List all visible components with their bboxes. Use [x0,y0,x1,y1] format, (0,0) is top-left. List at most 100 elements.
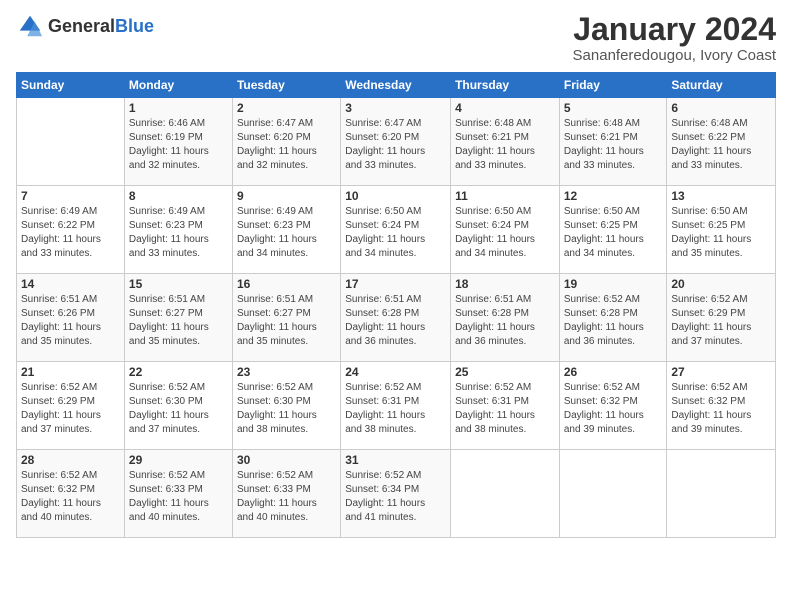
logo-general: General [48,16,115,36]
day-info: Sunrise: 6:52 AM Sunset: 6:29 PM Dayligh… [21,381,120,437]
main-title: January 2024 [573,12,776,47]
calendar-cell: 3Sunrise: 6:47 AM Sunset: 6:20 PM Daylig… [341,98,451,186]
header-cell-monday: Monday [124,73,232,98]
day-number: 24 [345,365,446,379]
calendar-cell: 22Sunrise: 6:52 AM Sunset: 6:30 PM Dayli… [124,362,232,450]
page: GeneralBlue January 2024 Sananferedougou… [0,0,792,612]
calendar-cell [559,450,667,538]
day-info: Sunrise: 6:51 AM Sunset: 6:27 PM Dayligh… [237,293,336,349]
calendar-cell: 12 Sunrise: 6:50 AM Sunset: 6:25 PM Dayli… [559,186,667,274]
day-info: Sunrise: 6:50 AM Sunset: 6:24 PM Dayligh… [455,205,555,261]
day-info: Sunrise: 6:48 AM Sunset: 6:22 PM Dayligh… [671,117,771,173]
day-number: 14 [21,277,120,291]
calendar-cell [667,450,776,538]
calendar-cell: 2 Sunrise: 6:47 AM Sunset: 6:20 PM Daylig… [232,98,340,186]
day-info: Sunrise: 6:52 AM Sunset: 6:31 PM Dayligh… [345,381,446,437]
day-number: 1 [129,101,228,115]
calendar-cell [451,450,560,538]
calendar-cell: 19 Sunrise: 6:52 AM Sunset: 6:28 PM Dayli… [559,274,667,362]
day-info: Sunrise: 6:52 AM Sunset: 6:32 PM Dayligh… [671,381,771,437]
calendar-cell: 8 Sunrise: 6:49 AM Sunset: 6:23 PM Daylig… [124,186,232,274]
calendar-cell: 10 Sunrise: 6:50 AM Sunset: 6:24 PM Dayli… [341,186,451,274]
day-number: 27 [671,365,771,379]
calendar-cell: 13 Sunrise: 6:50 AM Sunset: 6:25 PM Dayli… [667,186,776,274]
day-number: 22 [129,365,228,379]
calendar-cell: 28Sunrise: 6:52 AM Sunset: 6:32 PM Dayli… [17,450,125,538]
calendar-table: SundayMondayTuesdayWednesdayThursdayFrid… [16,72,776,538]
day-info: Sunrise: 6:52 AM Sunset: 6:30 PM Dayligh… [237,381,336,437]
header-cell-wednesday: Wednesday [341,73,451,98]
day-info: Sunrise: 6:49 AM Sunset: 6:22 PM Dayligh… [21,205,120,261]
calendar-cell: 27 Sunrise: 6:52 AM Sunset: 6:32 PM Dayli… [667,362,776,450]
day-number: 16 [237,277,336,291]
day-number: 21 [21,365,120,379]
day-info: Sunrise: 6:51 AM Sunset: 6:28 PM Dayligh… [455,293,555,349]
day-number: 10 [345,189,446,203]
week-row-1: 1 Sunrise: 6:46 AM Sunset: 6:19 PM Daylig… [17,98,776,186]
day-info: Sunrise: 6:50 AM Sunset: 6:24 PM Dayligh… [345,205,446,261]
day-number: 31 [345,453,446,467]
day-number: 4 [455,101,555,115]
day-info: Sunrise: 6:51 AM Sunset: 6:27 PM Dayligh… [129,293,228,349]
calendar-cell [17,98,125,186]
day-number: 25 [455,365,555,379]
calendar-cell: 17 Sunrise: 6:51 AM Sunset: 6:28 PM Dayli… [341,274,451,362]
calendar-cell: 6 Sunrise: 6:48 AM Sunset: 6:22 PM Daylig… [667,98,776,186]
day-number: 8 [129,189,228,203]
title-section: January 2024 Sananferedougou, Ivory Coas… [573,12,776,64]
day-number: 12 [564,189,663,203]
day-info: Sunrise: 6:50 AM Sunset: 6:25 PM Dayligh… [671,205,771,261]
calendar-cell: 14 Sunrise: 6:51 AM Sunset: 6:26 PM Dayli… [17,274,125,362]
day-info: Sunrise: 6:52 AM Sunset: 6:28 PM Dayligh… [564,293,663,349]
day-info: Sunrise: 6:49 AM Sunset: 6:23 PM Dayligh… [129,205,228,261]
day-info: Sunrise: 6:52 AM Sunset: 6:32 PM Dayligh… [21,469,120,525]
day-number: 6 [671,101,771,115]
header-cell-sunday: Sunday [17,73,125,98]
day-info: Sunrise: 6:51 AM Sunset: 6:28 PM Dayligh… [345,293,446,349]
day-number: 18 [455,277,555,291]
calendar-cell: 7 Sunrise: 6:49 AM Sunset: 6:22 PM Daylig… [17,186,125,274]
day-number: 9 [237,189,336,203]
day-number: 17 [345,277,446,291]
calendar-cell: 21 Sunrise: 6:52 AM Sunset: 6:29 PM Dayli… [17,362,125,450]
subtitle: Sananferedougou, Ivory Coast [573,47,776,64]
day-info: Sunrise: 6:51 AM Sunset: 6:26 PM Dayligh… [21,293,120,349]
header-cell-tuesday: Tuesday [232,73,340,98]
day-number: 11 [455,189,555,203]
calendar-cell: 30Sunrise: 6:52 AM Sunset: 6:33 PM Dayli… [232,450,340,538]
day-info: Sunrise: 6:52 AM Sunset: 6:33 PM Dayligh… [129,469,228,525]
calendar-cell: 11 Sunrise: 6:50 AM Sunset: 6:24 PM Dayli… [451,186,560,274]
day-info: Sunrise: 6:47 AM Sunset: 6:20 PM Dayligh… [237,117,336,173]
calendar-cell: 20 Sunrise: 6:52 AM Sunset: 6:29 PM Dayli… [667,274,776,362]
calendar-cell: 16 Sunrise: 6:51 AM Sunset: 6:27 PM Dayli… [232,274,340,362]
header-row: SundayMondayTuesdayWednesdayThursdayFrid… [17,73,776,98]
logo: GeneralBlue [16,12,154,40]
day-number: 19 [564,277,663,291]
calendar-cell: 15Sunrise: 6:51 AM Sunset: 6:27 PM Dayli… [124,274,232,362]
day-info: Sunrise: 6:49 AM Sunset: 6:23 PM Dayligh… [237,205,336,261]
day-info: Sunrise: 6:50 AM Sunset: 6:25 PM Dayligh… [564,205,663,261]
week-row-5: 28Sunrise: 6:52 AM Sunset: 6:32 PM Dayli… [17,450,776,538]
day-number: 7 [21,189,120,203]
logo-icon [16,12,44,40]
day-number: 3 [345,101,446,115]
week-row-4: 21 Sunrise: 6:52 AM Sunset: 6:29 PM Dayli… [17,362,776,450]
day-number: 26 [564,365,663,379]
day-number: 30 [237,453,336,467]
day-info: Sunrise: 6:46 AM Sunset: 6:19 PM Dayligh… [129,117,228,173]
header-cell-friday: Friday [559,73,667,98]
header-cell-saturday: Saturday [667,73,776,98]
day-number: 23 [237,365,336,379]
week-row-2: 7 Sunrise: 6:49 AM Sunset: 6:22 PM Daylig… [17,186,776,274]
day-info: Sunrise: 6:52 AM Sunset: 6:29 PM Dayligh… [671,293,771,349]
day-number: 13 [671,189,771,203]
day-number: 2 [237,101,336,115]
day-number: 20 [671,277,771,291]
calendar-cell: 18 Sunrise: 6:51 AM Sunset: 6:28 PM Dayli… [451,274,560,362]
calendar-cell: 25Sunrise: 6:52 AM Sunset: 6:31 PM Dayli… [451,362,560,450]
calendar-cell: 9 Sunrise: 6:49 AM Sunset: 6:23 PM Daylig… [232,186,340,274]
calendar-cell: 24 Sunrise: 6:52 AM Sunset: 6:31 PM Dayli… [341,362,451,450]
day-number: 29 [129,453,228,467]
header: GeneralBlue January 2024 Sananferedougou… [16,12,776,64]
day-info: Sunrise: 6:48 AM Sunset: 6:21 PM Dayligh… [564,117,663,173]
